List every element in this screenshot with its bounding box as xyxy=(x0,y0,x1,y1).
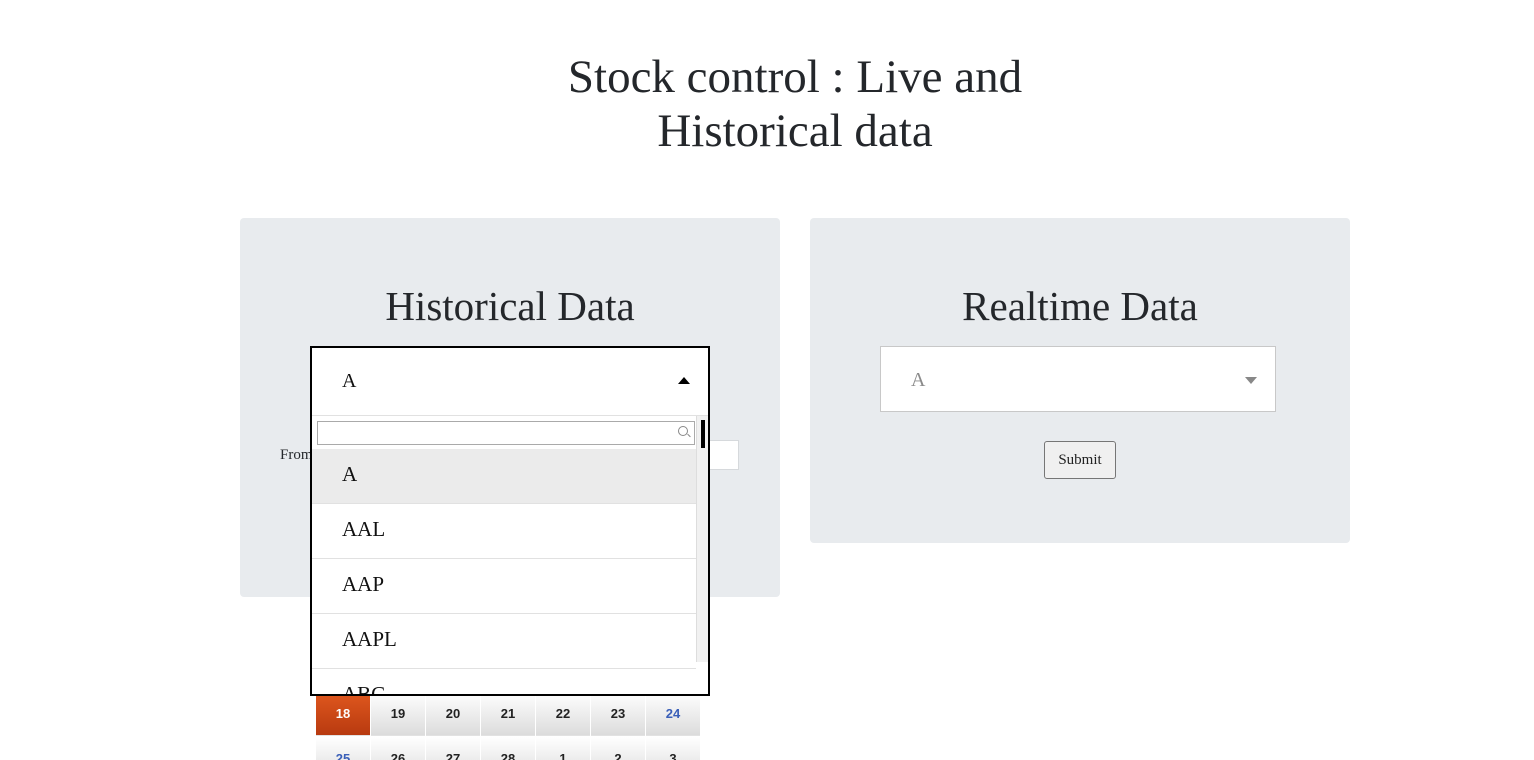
calendar-day[interactable]: 19 xyxy=(371,692,425,736)
calendar-day[interactable]: 1 xyxy=(536,737,590,760)
historical-symbol-select[interactable]: A A AAL AAP AAPL ABC xyxy=(310,346,710,696)
historical-select-toggle[interactable]: A xyxy=(312,348,708,416)
symbol-option[interactable]: A xyxy=(312,449,696,504)
chevron-up-icon xyxy=(678,377,690,384)
symbol-option[interactable]: AAPL xyxy=(312,614,696,669)
historical-selected-symbol: A xyxy=(342,370,357,392)
calendar-week-row: 18 19 20 21 22 23 24 xyxy=(316,692,704,736)
calendar-day-weekend[interactable]: 24 xyxy=(646,692,700,736)
submit-button[interactable]: Submit xyxy=(1044,441,1116,479)
calendar-day[interactable]: 2 xyxy=(591,737,645,760)
page-title: Stock control : Live and Historical data xyxy=(0,50,1534,158)
chevron-down-icon xyxy=(1245,377,1257,384)
page-title-line-1: Stock control : Live and xyxy=(567,51,1023,103)
realtime-data-panel: Realtime Data A Submit xyxy=(810,218,1350,543)
dropdown-scrollbar-thumb[interactable] xyxy=(701,420,705,448)
calendar-day[interactable]: 3 xyxy=(646,737,700,760)
page-title-line-2: Historical data xyxy=(657,105,933,157)
calendar-day[interactable]: 20 xyxy=(426,692,480,736)
symbol-option[interactable]: AAL xyxy=(312,504,696,559)
calendar-day[interactable]: 26 xyxy=(371,737,425,760)
calendar-day[interactable]: 27 xyxy=(426,737,480,760)
symbol-options-list: A AAL AAP AAPL ABC xyxy=(312,449,696,694)
calendar-day[interactable]: 23 xyxy=(591,692,645,736)
from-date-input[interactable] xyxy=(710,440,739,470)
symbol-search-box xyxy=(317,421,695,445)
realtime-selected-symbol: A xyxy=(911,369,926,391)
symbol-option[interactable]: AAP xyxy=(312,559,696,614)
historical-data-heading: Historical Data xyxy=(385,283,635,329)
realtime-symbol-select[interactable]: A xyxy=(880,346,1276,412)
search-icon xyxy=(678,426,688,436)
realtime-data-heading: Realtime Data xyxy=(962,283,1198,329)
calendar-week-row: 25 26 27 28 1 2 3 xyxy=(316,737,704,760)
calendar-day-weekend[interactable]: 25 xyxy=(316,737,370,760)
calendar-day[interactable]: 28 xyxy=(481,737,535,760)
date-picker-calendar: 18 19 20 21 22 23 24 25 26 27 28 1 2 3 xyxy=(316,692,704,760)
dropdown-scrollbar[interactable] xyxy=(696,416,708,662)
calendar-day-today[interactable]: 18 xyxy=(316,692,370,736)
calendar-day[interactable]: 21 xyxy=(481,692,535,736)
symbol-search-input[interactable] xyxy=(321,423,665,445)
calendar-day[interactable]: 22 xyxy=(536,692,590,736)
symbol-option[interactable]: ABC xyxy=(312,669,696,694)
from-date-label: From xyxy=(280,447,313,463)
